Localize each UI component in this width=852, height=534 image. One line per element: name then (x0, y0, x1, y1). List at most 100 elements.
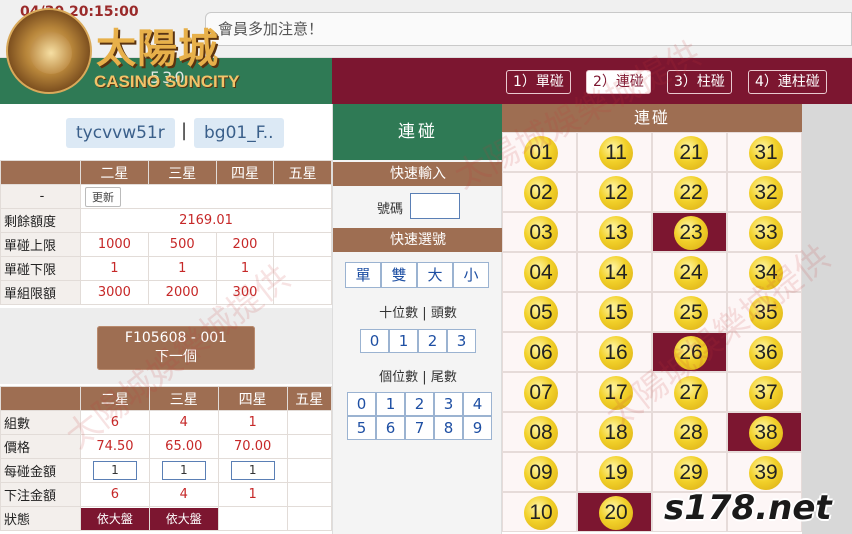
next-item-button[interactable]: F105608 - 001 下一個 (97, 326, 255, 370)
ball-cell[interactable]: 16 (577, 332, 652, 372)
ball-cell[interactable]: 03 (502, 212, 577, 252)
units-button-row-1: 0 1 2 3 4 (347, 392, 492, 416)
ball-cell[interactable]: 17 (577, 372, 652, 412)
number-ball: 03 (524, 216, 558, 250)
ball-cell[interactable]: 23 (652, 212, 727, 252)
ball-cell[interactable]: 24 (652, 252, 727, 292)
number-ball: 38 (749, 416, 783, 450)
tens-button[interactable]: 3 (447, 329, 476, 353)
units-button[interactable]: 3 (434, 392, 463, 416)
ball-cell[interactable]: 28 (652, 412, 727, 452)
cell-4star: 200 (215, 232, 275, 257)
ball-cell[interactable]: 07 (502, 372, 577, 412)
update-button[interactable]: 更新 (85, 186, 121, 207)
ball-cell[interactable]: 32 (727, 172, 802, 212)
ball-cell[interactable]: 01 (502, 132, 577, 172)
units-button[interactable]: 7 (405, 416, 434, 440)
tens-button[interactable]: 1 (389, 329, 418, 353)
tab-combo-pillar[interactable]: 4）連柱碰 (748, 70, 827, 94)
ball-cell[interactable]: 25 (652, 292, 727, 332)
header-blank (0, 386, 81, 411)
units-button[interactable]: 9 (463, 416, 492, 440)
groups-row: 組數 6 4 1 (0, 410, 333, 435)
ball-cell[interactable]: 39 (727, 452, 802, 492)
ball-cell[interactable]: 13 (577, 212, 652, 252)
ball-cell[interactable]: 29 (652, 452, 727, 492)
ball-cell[interactable]: 38 (727, 412, 802, 452)
number-ball: 12 (599, 176, 633, 210)
header-3star: 三星 (148, 386, 219, 411)
ball-cell[interactable]: 18 (577, 412, 652, 452)
cell-2star: 3000 (80, 280, 149, 305)
ball-cell[interactable]: 35 (727, 292, 802, 332)
number-ball: 01 (524, 136, 558, 170)
game-id: bg01_F.. (194, 118, 284, 148)
ball-cell[interactable]: 27 (652, 372, 727, 412)
even-button[interactable]: 雙 (381, 262, 417, 288)
number-ball: 36 (749, 336, 783, 370)
header-2star: 二星 (80, 386, 150, 411)
number-input[interactable] (410, 193, 460, 219)
units-button[interactable]: 6 (376, 416, 405, 440)
tab-combo[interactable]: 2）連碰 (586, 70, 651, 94)
units-button[interactable]: 1 (376, 392, 405, 416)
row-label: 每碰金額 (0, 458, 81, 483)
single-max-row: 單碰上限 1000 500 200 (0, 232, 332, 257)
amount-input-4star[interactable]: 1 (230, 461, 275, 480)
ball-cell[interactable]: 22 (652, 172, 727, 212)
tab-pillar[interactable]: 3）柱碰 (667, 70, 732, 94)
row-dash: - (0, 184, 81, 209)
tens-button[interactable]: 2 (418, 329, 447, 353)
ball-cell[interactable]: 15 (577, 292, 652, 332)
quick-panel: 連碰 快速輸入 號碼 快速選號 單 雙 大 小 十位數 | 頭數 0 1 2 3… (332, 104, 503, 534)
ball-cell[interactable]: 10 (502, 492, 577, 532)
number-ball: 16 (599, 336, 633, 370)
units-button[interactable]: 4 (463, 392, 492, 416)
play-type-tabs: 1）單碰 2）連碰 3）柱碰 4）連柱碰 (332, 58, 852, 104)
ball-cell[interactable]: 34 (727, 252, 802, 292)
ball-cell[interactable]: 37 (727, 372, 802, 412)
tab-single[interactable]: 1）單碰 (506, 70, 571, 94)
ball-cell[interactable]: 21 (652, 132, 727, 172)
ball-cell[interactable]: 36 (727, 332, 802, 372)
ball-cell[interactable]: 11 (577, 132, 652, 172)
tens-button[interactable]: 0 (360, 329, 389, 353)
ball-cell[interactable]: 08 (502, 412, 577, 452)
cell-5star (286, 458, 333, 483)
big-button[interactable]: 大 (417, 262, 453, 288)
announcement-marquee[interactable]: 會員多加注意！ (205, 12, 852, 46)
ball-cell[interactable]: 26 (652, 332, 727, 372)
header-2star: 二星 (80, 160, 149, 185)
odd-button[interactable]: 單 (345, 262, 381, 288)
ball-cell[interactable]: 06 (502, 332, 577, 372)
small-button[interactable]: 小 (453, 262, 489, 288)
row-label: 組數 (0, 410, 81, 435)
ball-cell[interactable]: 14 (577, 252, 652, 292)
number-ball: 34 (749, 256, 783, 290)
balance-row: 剩餘額度 2169.01 (0, 208, 332, 233)
units-button[interactable]: 8 (434, 416, 463, 440)
ball-cell[interactable]: 04 (502, 252, 577, 292)
number-ball: 35 (749, 296, 783, 330)
cell-2star: 1 (80, 458, 150, 483)
ball-cell[interactable]: 12 (577, 172, 652, 212)
site-watermark: s178.net (664, 488, 832, 528)
number-ball: 21 (674, 136, 708, 170)
quick-input-header: 快速輸入 (333, 162, 503, 186)
ball-cell[interactable]: 19 (577, 452, 652, 492)
units-button[interactable]: 0 (347, 392, 376, 416)
ball-cell[interactable]: 09 (502, 452, 577, 492)
row-label: 下注金額 (0, 482, 81, 507)
ball-cell[interactable]: 20 (577, 492, 652, 532)
ball-cell[interactable]: 05 (502, 292, 577, 332)
number-ball: 27 (674, 376, 708, 410)
number-ball: 08 (524, 416, 558, 450)
ball-cell[interactable]: 33 (727, 212, 802, 252)
units-button[interactable]: 5 (347, 416, 376, 440)
ball-cell[interactable]: 02 (502, 172, 577, 212)
row-label: 單碰上限 (0, 232, 81, 257)
amount-input-2star[interactable]: 1 (92, 461, 137, 480)
units-button[interactable]: 2 (405, 392, 434, 416)
amount-input-3star[interactable]: 1 (161, 461, 206, 480)
ball-cell[interactable]: 31 (727, 132, 802, 172)
